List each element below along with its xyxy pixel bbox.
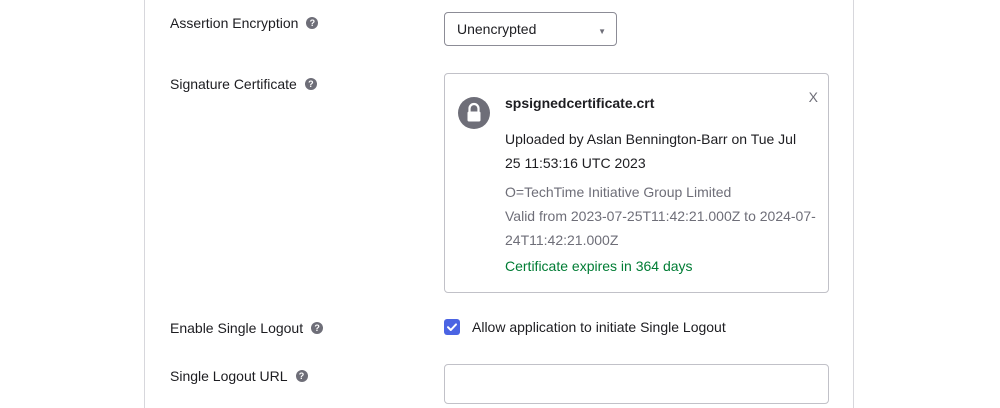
certificate-file-name: spsignedcertificate.crt xyxy=(505,95,655,111)
certificate-expiry: Certificate expires in 364 days xyxy=(505,258,693,274)
single-logout-label: Enable Single Logout xyxy=(170,320,304,336)
single-logout-label-row: Enable Single Logout ? xyxy=(170,320,324,336)
single-logout-checkbox-label[interactable]: Allow application to initiate Single Log… xyxy=(472,319,726,335)
certificate-uploaded-by: Uploaded by Aslan Bennington-Barr on Tue… xyxy=(505,131,797,171)
remove-certificate-button[interactable]: X xyxy=(809,89,818,105)
help-icon[interactable]: ? xyxy=(304,78,317,90)
single-logout-url-label-row: Single Logout URL ? xyxy=(170,368,308,384)
lock-icon xyxy=(458,97,490,129)
assertion-encryption-value: Unencrypted xyxy=(457,21,537,37)
certificate-organization: O=TechTime Initiative Group Limited xyxy=(505,184,732,200)
signature-certificate-label-row: Signature Certificate ? xyxy=(170,76,317,92)
assertion-encryption-label-row: Assertion Encryption ? xyxy=(170,15,319,31)
certificate-validity: Valid from 2023-07-25T11:42:21.000Z to 2… xyxy=(505,208,816,248)
single-logout-checkbox[interactable] xyxy=(444,319,460,335)
signature-certificate-label: Signature Certificate xyxy=(170,76,297,92)
help-icon[interactable]: ? xyxy=(311,322,324,334)
settings-panel: Assertion Encryption ? Unencrypted ▼ Sig… xyxy=(144,0,854,408)
assertion-encryption-select[interactable]: Unencrypted ▼ xyxy=(444,12,617,46)
help-icon[interactable]: ? xyxy=(306,17,319,29)
single-logout-url-label: Single Logout URL xyxy=(170,368,288,384)
help-icon[interactable]: ? xyxy=(295,370,308,382)
single-logout-url-input[interactable] xyxy=(444,364,829,404)
checkmark-icon xyxy=(447,323,457,331)
certificate-card: spsignedcertificate.crt X Uploaded by As… xyxy=(444,73,829,293)
caret-down-icon: ▼ xyxy=(598,27,606,36)
assertion-encryption-label: Assertion Encryption xyxy=(170,15,299,31)
certificate-details: O=TechTime Initiative Group Limited Vali… xyxy=(505,180,820,252)
